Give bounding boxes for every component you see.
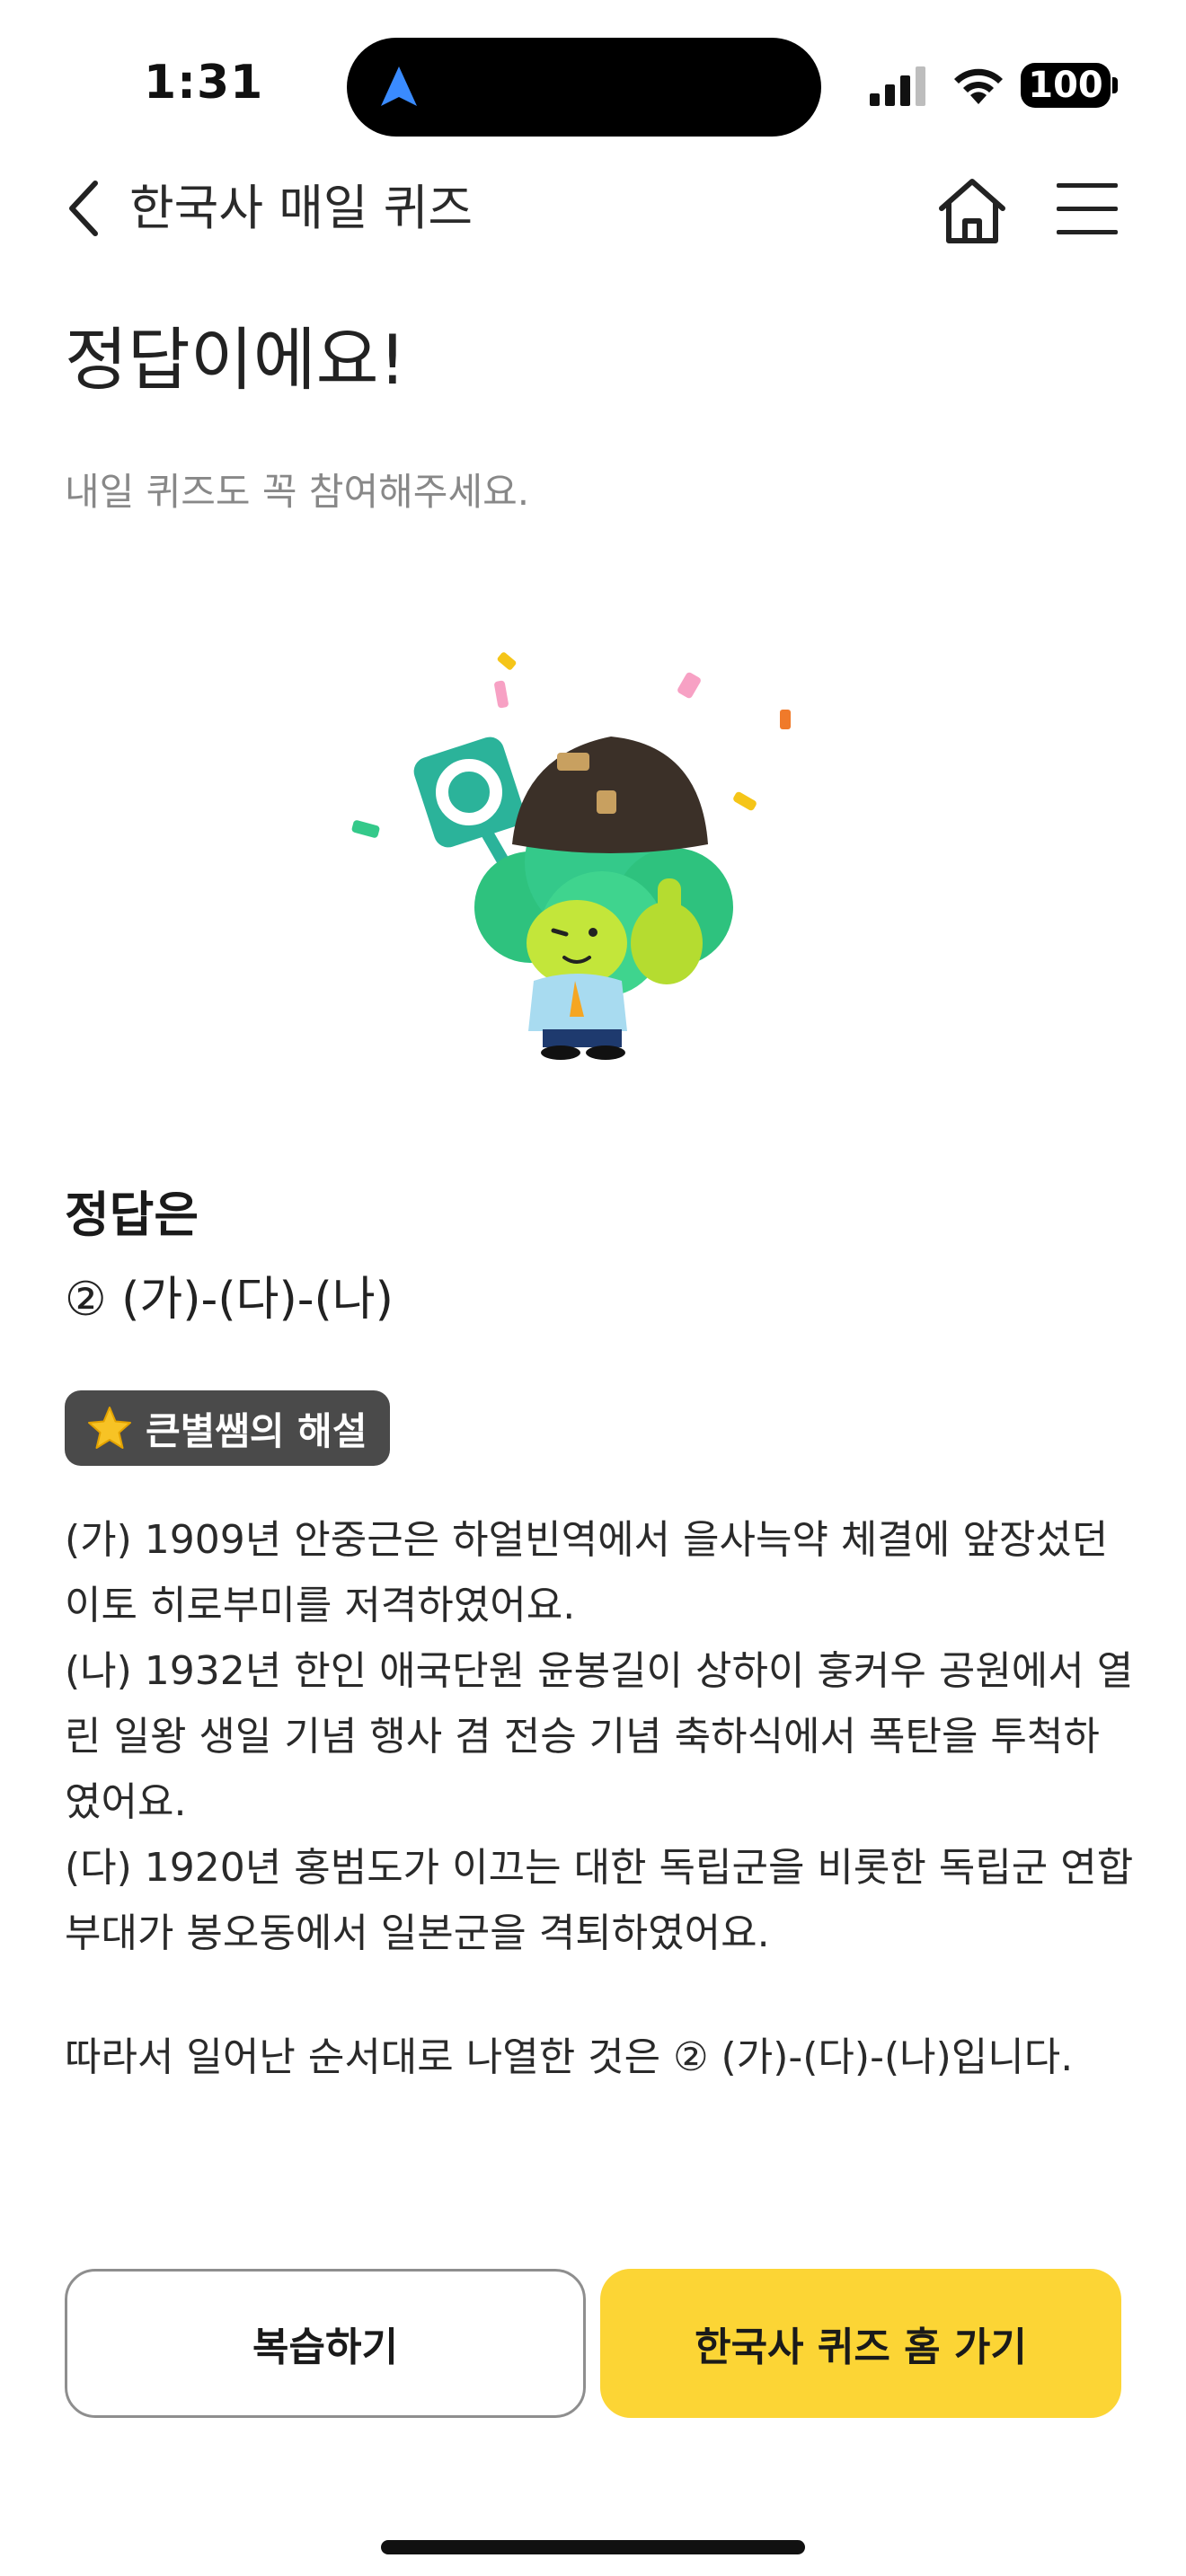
result-title: 정답이에요!: [65, 320, 407, 400]
wifi-icon: [954, 68, 1003, 104]
signal-bars-icon: [870, 66, 925, 106]
explanation-line: (가) 1909년 안중근은 하얼빈역에서 을사늑약 체결에 앞장섰던 이토 히…: [65, 1517, 1109, 1628]
explanation-line: (나) 1932년 한인 애국단원 윤봉길이 상하이 훙커우 공원에서 열린 일…: [65, 1648, 1134, 1825]
chevron-left-icon: [69, 181, 98, 236]
menu-button[interactable]: [1053, 180, 1121, 239]
explanation-line: (다) 1920년 홍범도가 이끄는 대한 독립군을 비롯한 독립군 연합 부대…: [65, 1845, 1134, 1956]
header-title: 한국사 매일 퀴즈: [129, 180, 474, 236]
home-icon: [939, 179, 1005, 243]
review-button[interactable]: 복습하기: [65, 2269, 586, 2418]
battery-icon: 100: [1021, 63, 1111, 108]
explanation-badge-label: 큰별쌤의 해설: [146, 1408, 367, 1453]
mascot-illustration: [351, 652, 791, 1060]
result-subtitle: 내일 퀴즈도 꼭 참여해주세요.: [65, 470, 530, 514]
status-time: 1:31: [144, 56, 264, 110]
explanation-badge: 큰별쌤의 해설: [65, 1390, 391, 1466]
answer-value: ② (가)-(다)-(나): [65, 1273, 394, 1327]
quiz-home-button[interactable]: 한국사 퀴즈 홈 가기: [600, 2269, 1121, 2418]
star-icon: [88, 1407, 131, 1449]
explanation-text: (가) 1909년 안중근은 하얼빈역에서 을사늑약 체결에 앞장섰던 이토 히…: [65, 1507, 1134, 1966]
battery-tip: [1112, 77, 1118, 93]
home-indicator[interactable]: [381, 2540, 805, 2554]
back-button[interactable]: [59, 176, 110, 241]
answer-label: 정답은: [65, 1187, 199, 1243]
home-button[interactable]: [934, 172, 1010, 248]
navigation-arrow-icon: [381, 66, 417, 106]
explanation-conclusion: 따라서 일어난 순서대로 나열한 것은 ② (가)-(다)-(나)입니다.: [65, 2034, 1074, 2080]
hamburger-menu-icon: [1057, 183, 1118, 234]
